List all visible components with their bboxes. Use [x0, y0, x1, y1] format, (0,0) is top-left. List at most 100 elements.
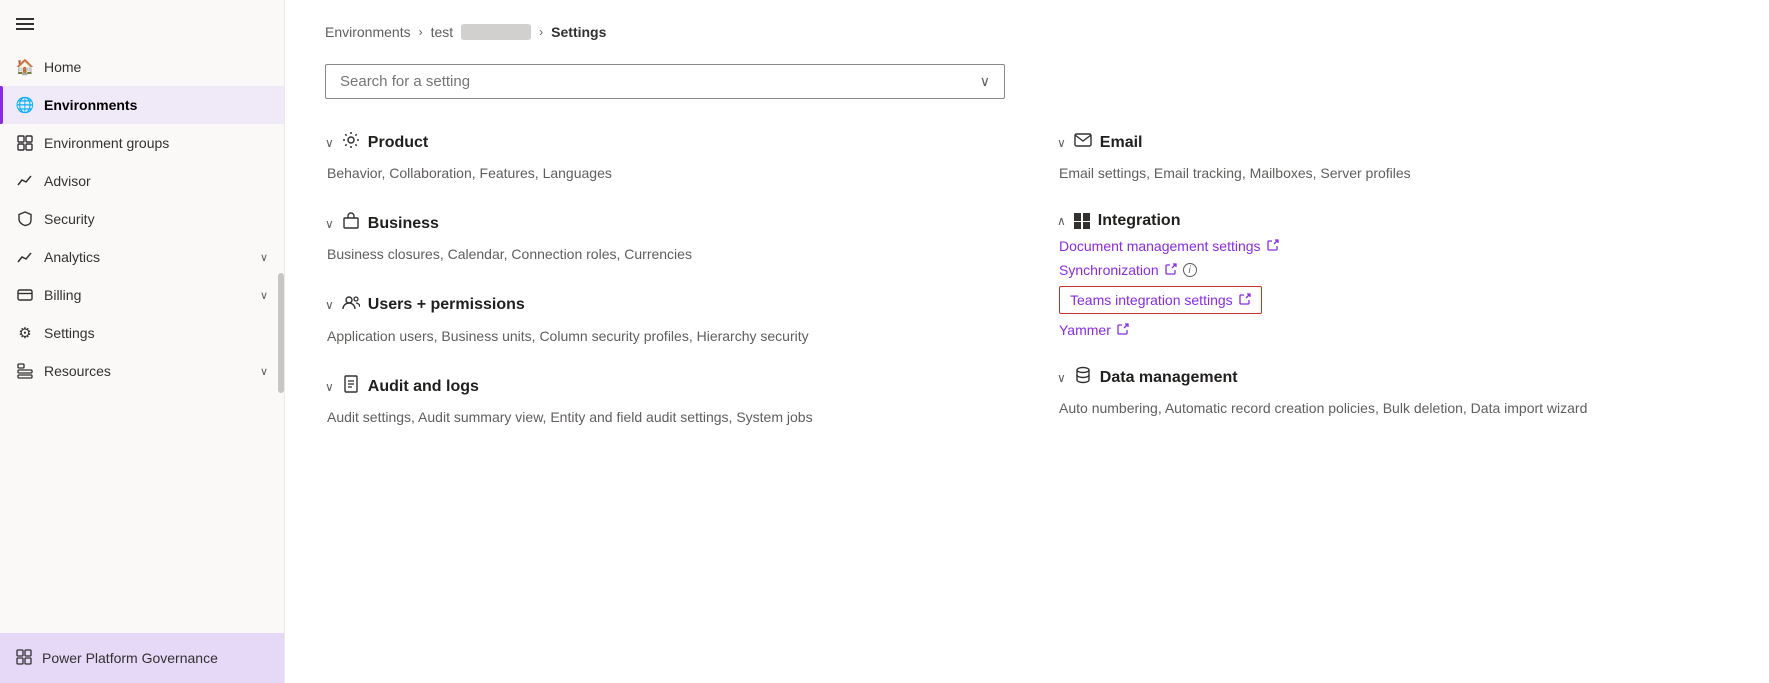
email-collapse-arrow[interactable]: [1057, 136, 1066, 150]
audit-collapse-arrow[interactable]: [325, 380, 334, 394]
data-management-icon: [1074, 366, 1092, 389]
environment-groups-icon: [16, 134, 34, 152]
product-links: Behavior, Collaboration, Features, Langu…: [325, 162, 997, 184]
business-collapse-arrow[interactable]: [325, 217, 334, 231]
business-links: Business closures, Calendar, Connection …: [325, 243, 997, 265]
sidebar-nav: 🏠 Home 🌐 Environments Environment groups: [0, 48, 284, 683]
breadcrumb-environments[interactable]: Environments: [325, 24, 411, 40]
sidebar-item-security[interactable]: Security: [0, 200, 284, 238]
email-links: Email settings, Email tracking, Mailboxe…: [1057, 162, 1729, 184]
section-email: Email Email settings, Email tracking, Ma…: [1057, 131, 1729, 184]
sidebar-header: [0, 0, 284, 48]
sidebar-label-analytics: Analytics: [44, 249, 250, 265]
data-management-links: Auto numbering, Automatic record creatio…: [1057, 397, 1729, 419]
doc-management-label: Document management settings: [1059, 238, 1261, 254]
partial-item-label: Power Platform Governance: [42, 650, 218, 666]
sidebar-item-advisor[interactable]: Advisor: [0, 162, 284, 200]
sidebar-item-settings[interactable]: ⚙ Settings: [0, 314, 284, 352]
audit-title: Audit and logs: [368, 378, 479, 396]
email-title: Email: [1100, 134, 1143, 152]
section-audit: Audit and logs Audit settings, Audit sum…: [325, 375, 997, 428]
section-product: Product Behavior, Collaboration, Feature…: [325, 131, 997, 184]
audit-links: Audit settings, Audit summary view, Enti…: [325, 406, 997, 428]
doc-management-link[interactable]: Document management settings: [1059, 238, 1729, 254]
teams-link-wrapper: Teams integration settings: [1059, 286, 1729, 314]
sync-info-icon: i: [1183, 263, 1197, 277]
sidebar-partial-item[interactable]: Power Platform Governance: [0, 633, 284, 683]
users-links: Application users, Business units, Colum…: [325, 325, 997, 347]
synchronization-link[interactable]: Synchronization i: [1059, 262, 1729, 278]
yammer-ext-icon: [1117, 323, 1129, 338]
synchronization-label: Synchronization: [1059, 262, 1159, 278]
section-business: Business Business closures, Calendar, Co…: [325, 212, 997, 265]
advisor-icon: [16, 172, 34, 190]
hamburger-menu-button[interactable]: [16, 15, 34, 33]
sidebar-item-environments[interactable]: 🌐 Environments: [0, 86, 284, 124]
sidebar-label-env-groups: Environment groups: [44, 135, 268, 151]
resources-icon: [16, 362, 34, 380]
settings-grid: Product Behavior, Collaboration, Feature…: [325, 131, 1729, 457]
sync-ext-icon: [1165, 263, 1177, 278]
search-chevron-icon: ∨: [980, 73, 990, 90]
integration-collapse-arrow[interactable]: [1057, 214, 1066, 228]
yammer-link[interactable]: Yammer: [1059, 322, 1729, 338]
billing-icon: [16, 286, 34, 304]
left-column: Product Behavior, Collaboration, Feature…: [325, 131, 997, 457]
teams-ext-icon: [1239, 292, 1251, 308]
section-integration: Integration Document management settings: [1057, 212, 1729, 338]
breadcrumb: Environments › test › Settings: [325, 24, 1729, 40]
section-data-management: Data management Auto numbering, Automati…: [1057, 366, 1729, 419]
environments-icon: 🌐: [16, 96, 34, 114]
sidebar: 🏠 Home 🌐 Environments Environment groups: [0, 0, 285, 683]
sidebar-scrollbar[interactable]: [278, 0, 284, 683]
breadcrumb-sep1: ›: [419, 25, 423, 39]
search-input[interactable]: [340, 73, 980, 90]
scroll-thumb: [278, 273, 284, 393]
sidebar-item-billing[interactable]: Billing ∨: [0, 276, 284, 314]
product-icon: [342, 131, 360, 154]
teams-integration-label: Teams integration settings: [1070, 292, 1233, 308]
analytics-chevron-icon: ∨: [260, 251, 268, 264]
teams-integration-link[interactable]: Teams integration settings: [1059, 286, 1262, 314]
users-icon: [342, 294, 360, 317]
doc-management-ext-icon: [1267, 239, 1279, 254]
sidebar-label-billing: Billing: [44, 287, 250, 303]
sidebar-label-resources: Resources: [44, 363, 250, 379]
product-collapse-arrow[interactable]: [325, 136, 334, 150]
breadcrumb-test[interactable]: test: [431, 24, 454, 40]
integration-icon: [1074, 213, 1090, 229]
breadcrumb-sep2: ›: [539, 25, 543, 39]
users-collapse-arrow[interactable]: [325, 298, 334, 312]
product-title: Product: [368, 134, 428, 152]
resources-chevron-icon: ∨: [260, 365, 268, 378]
sidebar-item-resources[interactable]: Resources ∨: [0, 352, 284, 390]
analytics-icon: [16, 248, 34, 266]
main-content: Environments › test › Settings ∨: [285, 0, 1769, 683]
integration-links: Document management settings Synchroniza…: [1057, 238, 1729, 338]
sidebar-label-environments: Environments: [44, 97, 268, 113]
governance-icon: [16, 649, 32, 668]
section-users: Users + permissions Application users, B…: [325, 294, 997, 347]
search-bar[interactable]: ∨: [325, 64, 1005, 99]
settings-icon: ⚙: [16, 324, 34, 342]
users-title: Users + permissions: [368, 296, 525, 314]
sidebar-label-home: Home: [44, 59, 268, 75]
sidebar-item-environment-groups[interactable]: Environment groups: [0, 124, 284, 162]
yammer-label: Yammer: [1059, 322, 1111, 338]
sidebar-item-analytics[interactable]: Analytics ∨: [0, 238, 284, 276]
security-icon: [16, 210, 34, 228]
breadcrumb-redacted: [461, 24, 531, 40]
business-title: Business: [368, 215, 439, 233]
breadcrumb-current: Settings: [551, 24, 606, 40]
integration-title: Integration: [1098, 212, 1181, 230]
data-mgmt-collapse-arrow[interactable]: [1057, 371, 1066, 385]
sidebar-item-home[interactable]: 🏠 Home: [0, 48, 284, 86]
billing-chevron-icon: ∨: [260, 289, 268, 302]
audit-icon: [342, 375, 360, 398]
sidebar-label-advisor: Advisor: [44, 173, 268, 189]
home-icon: 🏠: [16, 58, 34, 76]
business-icon: [342, 212, 360, 235]
sidebar-label-settings: Settings: [44, 325, 268, 341]
sidebar-label-security: Security: [44, 211, 268, 227]
right-column: Email Email settings, Email tracking, Ma…: [1057, 131, 1729, 457]
